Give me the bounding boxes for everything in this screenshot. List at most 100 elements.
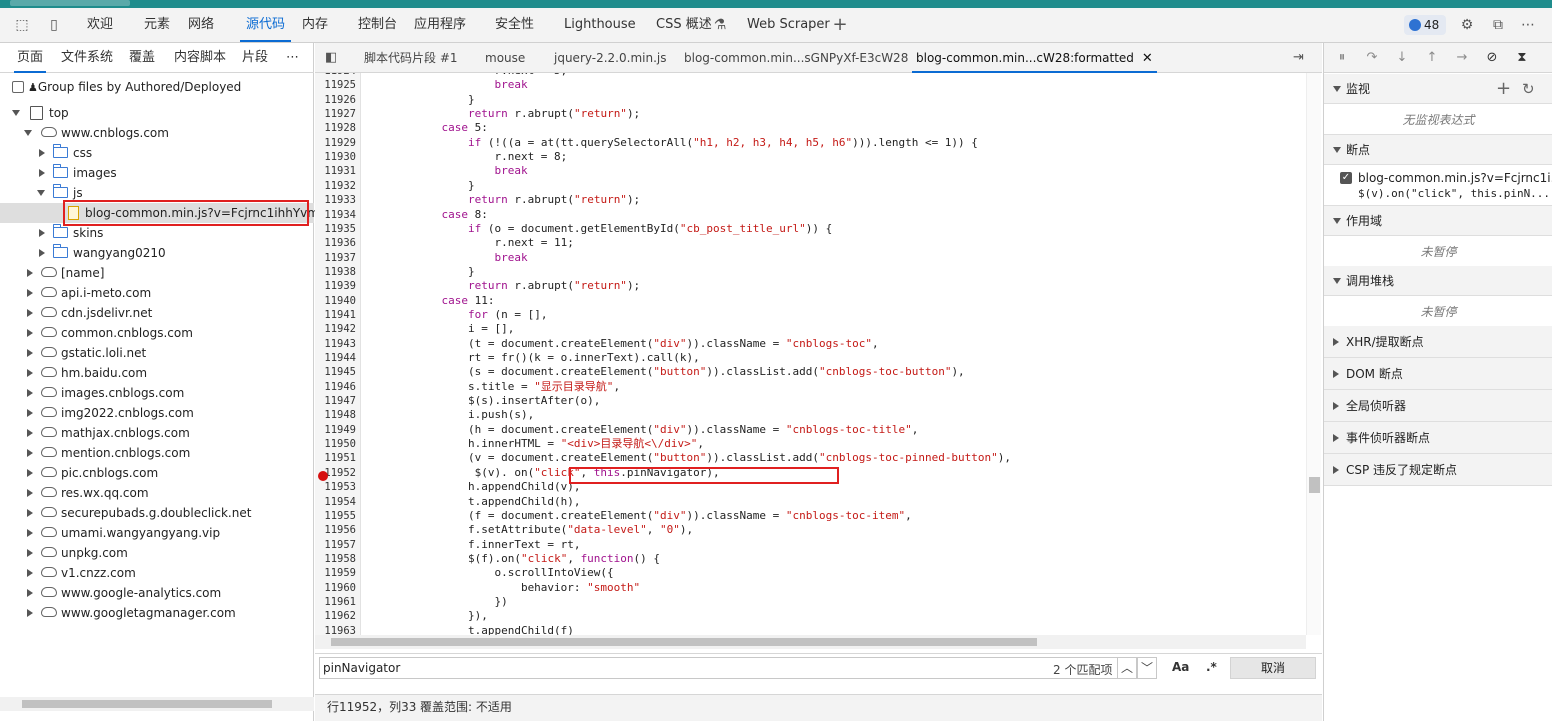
pause-on-exceptions-icon[interactable]: ⧗ [1514,50,1530,66]
settings-gear-icon[interactable]: ⚙ [1459,17,1475,33]
code-line[interactable]: f.setAttribute("data-level", "0"), [362,523,693,537]
line-number[interactable]: 11951 [316,451,356,465]
cancel-search-button[interactable]: 取消 [1230,657,1316,679]
line-number[interactable]: 11930 [316,150,356,164]
line-number[interactable]: 11938 [316,265,356,279]
code-line[interactable]: }) [362,595,507,609]
scope-section-header[interactable]: 作用域 [1324,206,1552,236]
line-number[interactable]: 11932 [316,179,356,193]
refresh-watch-icon[interactable]: ↻ [1522,74,1535,104]
tab-network[interactable]: 网络 [188,8,214,42]
nav-more-icon[interactable]: ⋯ [286,43,299,73]
line-number[interactable]: 11936 [316,236,356,250]
tab-security[interactable]: 安全性 [495,8,534,42]
editor-hscrollbar[interactable] [315,635,1306,649]
line-number[interactable]: 11946 [316,380,356,394]
code-line[interactable]: for (n = [], [362,308,547,322]
code-line[interactable]: case 5: [362,121,487,135]
collapse-arrow-icon[interactable] [27,289,33,297]
tab-web-scraper[interactable]: Web Scraper [747,8,830,42]
line-number[interactable]: 11961 [316,595,356,609]
code-line[interactable]: $(f).on("click", function() { [362,552,660,566]
tree-item-domain[interactable]: hm.baidu.com [0,363,314,383]
tree-item-domain[interactable]: pic.cnblogs.com [0,463,314,483]
line-number[interactable]: 11941 [316,308,356,322]
line-number[interactable]: 11962 [316,609,356,623]
collapse-arrow-icon[interactable] [39,229,45,237]
code-line[interactable]: (t = document.createElement("div")).clas… [362,337,879,351]
code-line[interactable]: return r.abrupt("return"); [362,279,640,293]
breakpoint-file[interactable]: blog-common.min.js?v=Fcjrnc1i... [1358,171,1552,185]
tab-lighthouse[interactable]: Lighthouse [564,8,636,42]
add-tab-icon[interactable]: + [832,16,848,34]
csp-breakpoints-header[interactable]: CSP 违反了规定断点 [1324,454,1552,486]
pause-icon[interactable]: ⏸ [1334,50,1350,66]
line-number[interactable]: 11926 [316,93,356,107]
code-line[interactable]: behavior: "smooth" [362,581,640,595]
expand-arrow-icon[interactable] [1333,86,1341,92]
code-line[interactable]: (s = document.createElement("button")).c… [362,365,965,379]
tab-sources[interactable]: 源代码 [239,8,292,42]
collapse-arrow-icon[interactable] [39,249,45,257]
tree-item-domain[interactable]: img2022.cnblogs.com [0,403,314,423]
expand-arrow-icon[interactable] [24,130,32,136]
line-number[interactable]: 11933 [316,193,356,207]
code-line[interactable]: break [362,78,527,92]
tree-item-folder[interactable]: css [0,143,314,163]
tree-item-domain[interactable]: umami.wangyangyang.vip [0,523,314,543]
code-line[interactable]: if (!((a = at(tt.querySelectorAll("h1, h… [362,136,978,150]
tab-elements[interactable]: 元素 [144,8,170,42]
breakpoint-checkbox[interactable]: ✓ [1340,172,1352,184]
line-number[interactable]: 11957 [316,538,356,552]
step-over-icon[interactable]: ↷ [1364,50,1380,66]
line-number[interactable]: 11958 [316,552,356,566]
code-line[interactable]: i = [], [362,322,514,336]
code-line[interactable]: t.appendChild(h), [362,495,581,509]
code-line[interactable]: o.scrollIntoView({ [362,566,613,580]
tree-item-domain[interactable]: [name] [0,263,314,283]
code-line[interactable]: break [362,251,527,265]
code-line[interactable]: (h = document.createElement("div")).clas… [362,423,918,437]
collapse-arrow-icon[interactable] [27,569,33,577]
editor-vscrollbar[interactable] [1306,73,1321,635]
code-line[interactable]: } [362,265,475,279]
collapse-arrow-icon[interactable] [1333,402,1339,410]
editor-tab-mouse[interactable]: mouse [485,43,525,73]
collapse-arrow-icon[interactable] [27,389,33,397]
device-toolbar-icon[interactable]: ▯ [46,17,62,33]
step-into-icon[interactable]: ↓ [1394,50,1410,66]
tree-item-folder[interactable]: skins [0,223,314,243]
close-tab-icon[interactable]: ✕ [1142,51,1153,66]
collapse-arrow-icon[interactable] [1333,338,1339,346]
breakpoint-marker[interactable] [318,471,328,481]
navigator-hscrollbar[interactable] [0,697,314,711]
issues-badge[interactable]: 48 [1404,15,1446,35]
line-number[interactable]: 11963 [316,624,356,635]
scroll-thumb[interactable] [22,700,272,708]
tree-item-domain[interactable]: www.cnblogs.com [0,123,314,143]
add-watch-icon[interactable]: + [1496,74,1511,104]
collapse-arrow-icon[interactable] [27,409,33,417]
code-line[interactable]: h.appendChild(v), [362,480,581,494]
line-number[interactable]: 11940 [316,294,356,308]
collapse-arrow-icon[interactable] [27,449,33,457]
previous-match-button[interactable]: ︿ [1117,657,1137,679]
line-number[interactable]: 11956 [316,523,356,537]
code-line[interactable]: i.push(s), [362,408,534,422]
tab-memory[interactable]: 内存 [302,8,328,42]
code-line[interactable]: (v = document.createElement("button")).c… [362,451,1011,465]
code-line[interactable]: f.innerText = rt, [362,538,581,552]
line-number[interactable]: 11937 [316,251,356,265]
collapse-arrow-icon[interactable] [27,589,33,597]
tree-item-domain[interactable]: mention.cnblogs.com [0,443,314,463]
group-files-checkbox[interactable] [12,81,24,93]
tree-item-folder[interactable]: wangyang0210 [0,243,314,263]
collapse-arrow-icon[interactable] [27,429,33,437]
scroll-thumb[interactable] [331,638,1037,646]
code-line[interactable]: if (o = document.getElementById("cb_post… [362,222,832,236]
collapse-arrow-icon[interactable] [27,609,33,617]
collapse-arrow-icon[interactable] [27,529,33,537]
step-icon[interactable]: → [1454,50,1470,66]
xhr-breakpoints-header[interactable]: XHR/提取断点 [1324,326,1552,358]
tree-item-domain[interactable]: api.i-meto.com [0,283,314,303]
